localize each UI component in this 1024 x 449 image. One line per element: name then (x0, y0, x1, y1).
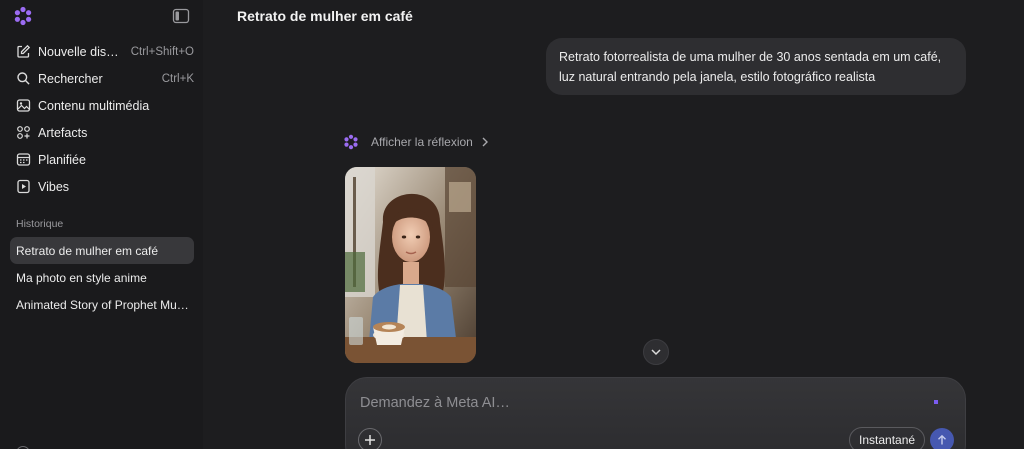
mode-selector-button[interactable]: Instantané (849, 427, 926, 449)
media-label: Contenu multimédia (38, 98, 150, 113)
history-item[interactable]: Retrato de mulher em café (10, 237, 194, 264)
show-reasoning-label: Afficher la réflexion (371, 135, 473, 149)
user-message: Retrato fotorrealista de uma mulher de 3… (546, 38, 966, 95)
history-title: Historique (16, 218, 64, 230)
show-reasoning-button[interactable]: Afficher la réflexion (343, 134, 489, 150)
history-item[interactable]: Ma photo en style anime (10, 264, 194, 291)
vibes-button[interactable]: Vibes (10, 173, 194, 200)
sidebar: Nouvelle dis… Ctrl+Shift+O Rechercher Ct… (0, 0, 203, 449)
composer: Instantané (345, 377, 966, 449)
meta-ai-spark-icon (344, 134, 358, 150)
history-item[interactable]: Animated Story of Prophet Mu… (10, 291, 194, 318)
search-shortcut: Ctrl+K (161, 72, 194, 85)
calendar-icon (16, 152, 31, 167)
chevron-down-icon (651, 349, 661, 356)
generated-image[interactable] (345, 167, 476, 363)
sidebar-nav: Nouvelle dis… Ctrl+Shift+O Rechercher Ct… (10, 38, 194, 200)
sidebar-toggle-icon[interactable] (172, 8, 190, 24)
vibes-label: Vibes (38, 179, 70, 194)
add-attachment-button[interactable] (358, 428, 382, 449)
send-button[interactable] (930, 428, 954, 449)
history-item-label: Ma photo en style anime (16, 270, 147, 285)
search-label: Rechercher (38, 71, 103, 86)
artifacts-button[interactable]: Artefacts (10, 119, 194, 146)
new-chat-label: Nouvelle dis… (38, 44, 119, 59)
history-item-label: Animated Story of Prophet Mu… (16, 297, 189, 312)
accent-dot-icon (934, 400, 938, 404)
scheduled-label: Planifiée (38, 152, 86, 167)
search-button[interactable]: Rechercher Ctrl+K (10, 65, 194, 92)
search-icon (16, 71, 31, 86)
arrow-up-icon (938, 434, 946, 445)
new-chat-icon (16, 44, 31, 59)
image-icon (16, 98, 31, 113)
play-icon (16, 179, 31, 194)
plus-icon (365, 435, 375, 445)
chevron-right-icon (482, 137, 488, 147)
history-list: Retrato de mulher em café Ma photo en st… (10, 237, 194, 318)
page-title: Retrato de mulher em café (237, 8, 413, 24)
new-chat-button[interactable]: Nouvelle dis… Ctrl+Shift+O (10, 38, 194, 65)
media-button[interactable]: Contenu multimédia (10, 92, 194, 119)
meta-ai-logo-icon[interactable] (13, 6, 33, 26)
new-chat-shortcut: Ctrl+Shift+O (130, 45, 194, 58)
artifacts-label: Artefacts (38, 125, 88, 140)
history-item-label: Retrato de mulher em café (16, 243, 159, 258)
artifacts-icon (16, 125, 31, 140)
scroll-down-button[interactable] (643, 339, 669, 365)
scheduled-button[interactable]: Planifiée (10, 146, 194, 173)
prompt-input[interactable] (360, 392, 900, 414)
